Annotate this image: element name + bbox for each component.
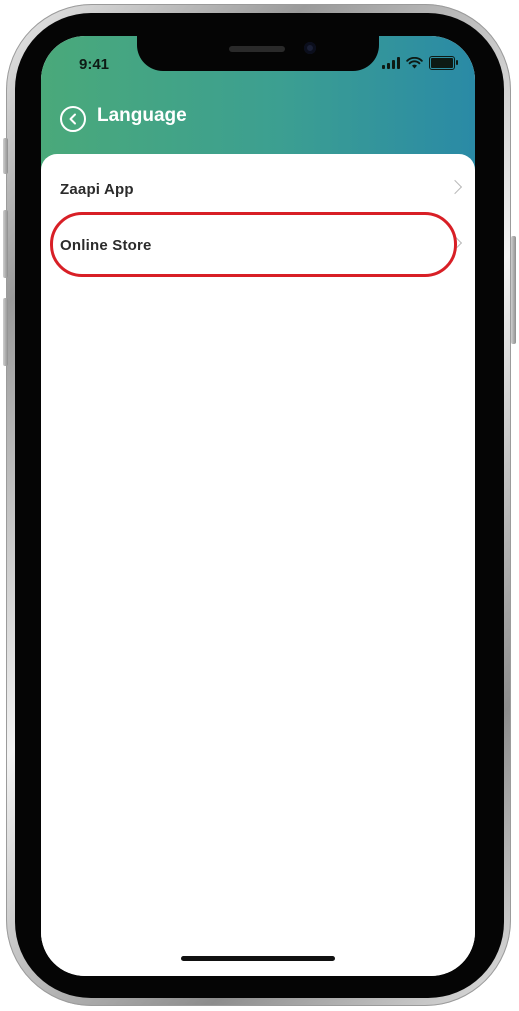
content-panel: Zaapi App Online Store — [41, 154, 475, 976]
speaker-grille — [229, 46, 285, 52]
volume-up-button — [3, 210, 8, 278]
wifi-icon — [406, 57, 423, 69]
power-button — [511, 236, 516, 344]
status-icons — [382, 56, 458, 70]
chevron-right-icon — [447, 179, 463, 195]
phone-screen: 9:41 Language Zaapi App Online Store — [41, 36, 475, 976]
volume-down-button — [3, 298, 8, 366]
list-item-zaapi-app[interactable]: Zaapi App — [41, 161, 475, 217]
page-title: Language — [97, 105, 187, 126]
list-item-online-store[interactable]: Online Store — [41, 217, 475, 273]
back-button[interactable] — [60, 106, 86, 132]
front-camera — [304, 42, 316, 54]
notch — [137, 36, 379, 71]
silent-switch — [3, 138, 8, 174]
list-item-label: Zaapi App — [60, 180, 134, 198]
home-indicator[interactable] — [181, 956, 335, 961]
status-time: 9:41 — [79, 56, 110, 73]
chevron-left-icon — [69, 113, 76, 125]
list-item-label: Online Store — [60, 236, 152, 254]
chevron-right-icon — [447, 235, 463, 251]
battery-icon — [429, 56, 458, 70]
cellular-signal-icon — [382, 57, 400, 69]
